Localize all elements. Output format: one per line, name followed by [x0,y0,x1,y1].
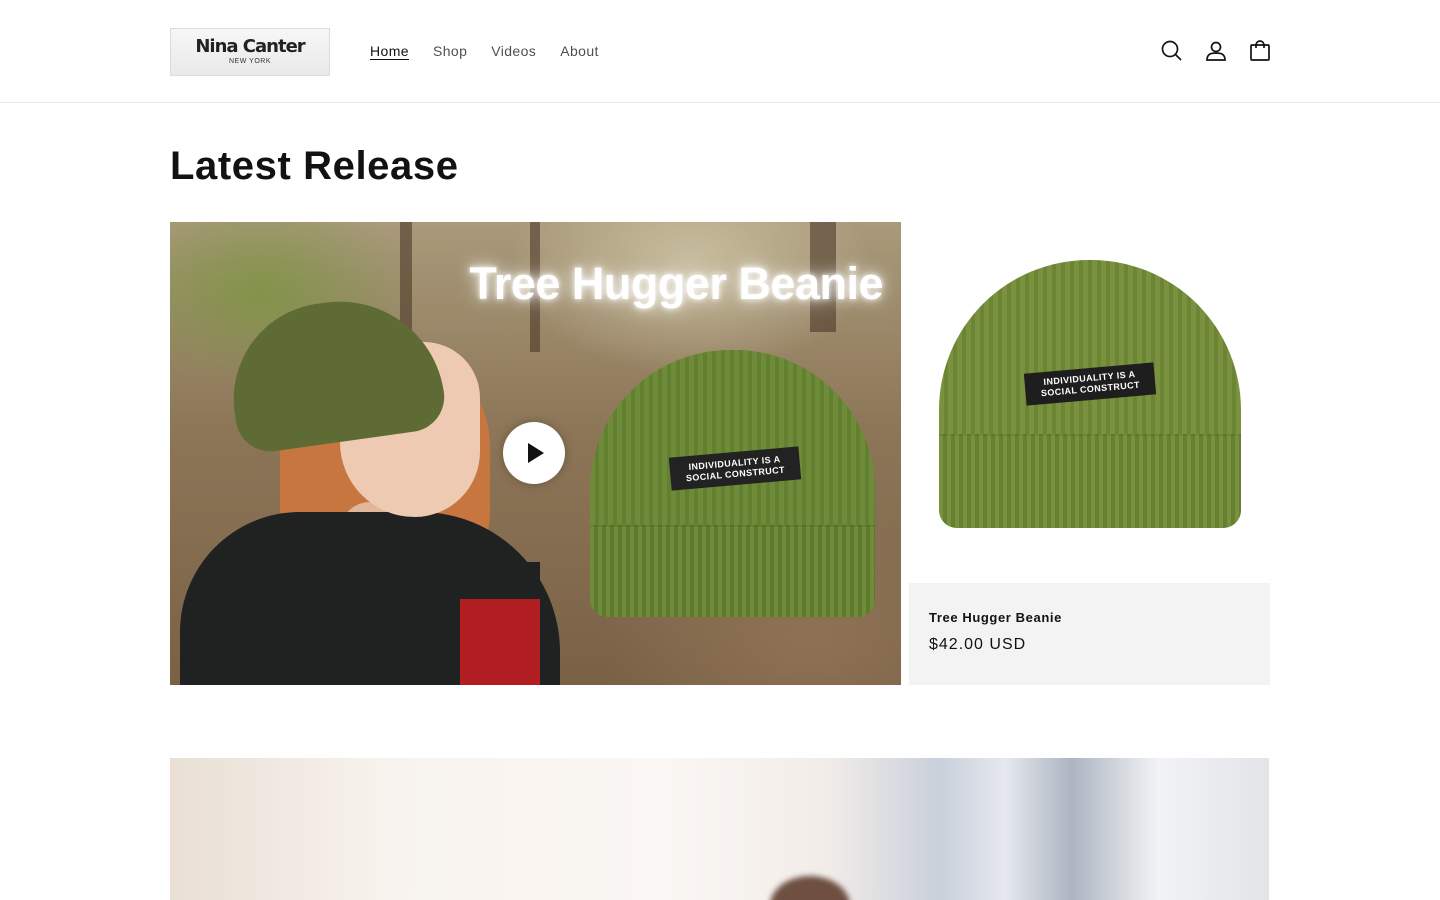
beanie-image: INDIVIDUALITY IS A SOCIAL CONSTRUCT [939,260,1241,528]
video-player[interactable]: INDIVIDUALITY IS A SOCIAL CONSTRUCT Tree… [170,222,901,685]
logo-name: Nina Canter [195,36,305,57]
banner-image [170,758,1269,900]
product-card[interactable]: INDIVIDUALITY IS A SOCIAL CONSTRUCT Tree… [909,222,1270,685]
product-info: Tree Hugger Beanie $42.00 USD [909,583,1270,685]
section-title: Latest Release [170,144,459,188]
account-icon[interactable] [1203,38,1229,64]
brand-logo[interactable]: Nina Canter NEW YORK [170,28,330,76]
cart-icon[interactable] [1247,38,1273,64]
search-icon[interactable] [1159,38,1185,64]
video-overlay-title: Tree Hugger Beanie [469,258,883,309]
nav-link-shop[interactable]: Shop [433,42,467,60]
play-icon[interactable] [503,422,565,484]
video-beanie-patch: INDIVIDUALITY IS A SOCIAL CONSTRUCT [668,446,802,491]
site-header: Nina Canter NEW YORK Home Shop Videos Ab… [0,0,1440,103]
product-price: $42.00 USD [929,636,1027,653]
product-image[interactable]: INDIVIDUALITY IS A SOCIAL CONSTRUCT [909,222,1270,583]
logo-subtitle: NEW YORK [229,58,271,65]
beanie-patch: INDIVIDUALITY IS A SOCIAL CONSTRUCT [1023,362,1157,406]
video-beanie-image: INDIVIDUALITY IS A SOCIAL CONSTRUCT [590,350,875,617]
product-name[interactable]: Tree Hugger Beanie [929,610,1250,626]
video-person-stripe [460,562,540,685]
video-person-hat [221,288,449,456]
main-nav: Home Shop Videos About [370,42,623,60]
nav-link-home[interactable]: Home [370,42,409,60]
nav-link-about[interactable]: About [560,42,599,60]
nav-link-videos[interactable]: Videos [491,42,536,60]
beanie-cuff [939,434,1241,528]
banner-subject [770,876,850,900]
video-beanie-cuff [590,525,875,617]
